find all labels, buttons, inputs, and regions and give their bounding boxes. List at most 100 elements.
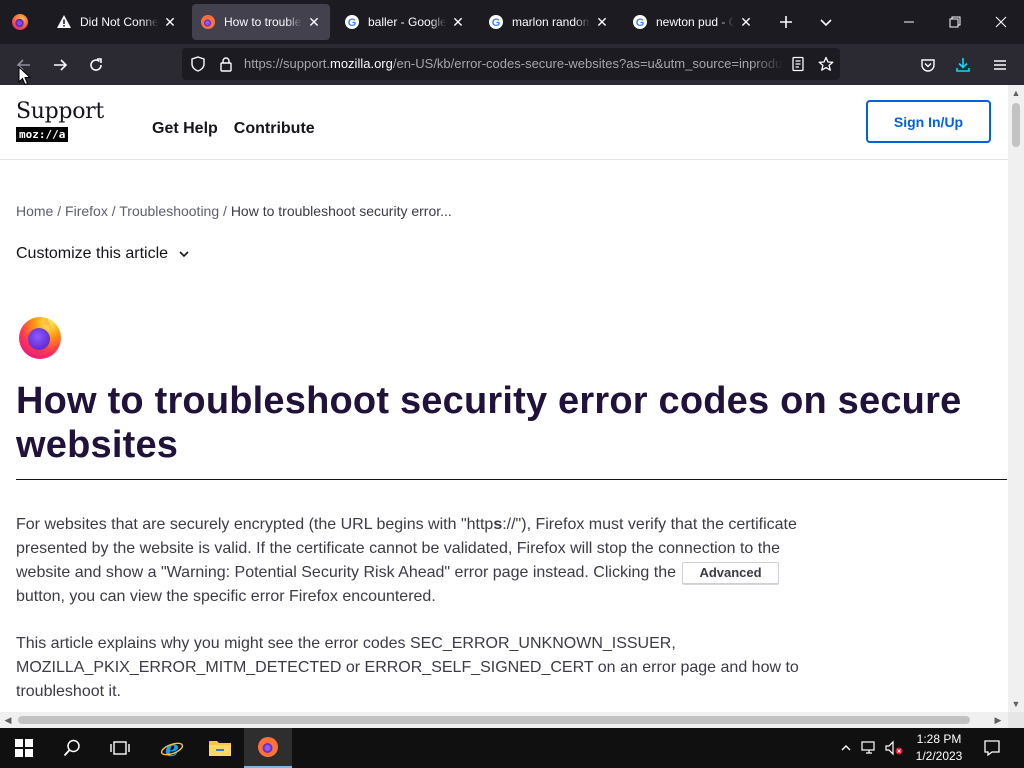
pocket-button[interactable] <box>913 50 943 80</box>
tab-label: Did Not Connect: Potential Security Issu… <box>80 15 158 29</box>
tab-troubleshoot[interactable]: How to troubleshoot security error codes… <box>192 4 330 40</box>
main-nav: Get Help Contribute <box>152 120 315 138</box>
article-paragraph-1: For websites that are securely encrypted… <box>16 513 806 609</box>
tab-label: How to troubleshoot security error codes <box>224 15 302 29</box>
google-icon: G <box>344 14 360 30</box>
reader-view-icon[interactable] <box>788 54 808 74</box>
breadcrumb-separator: / <box>111 203 116 219</box>
customize-article-toggle[interactable]: Customize this article <box>16 245 190 263</box>
close-icon[interactable]: ✕ <box>162 14 178 30</box>
folder-icon <box>209 741 231 756</box>
chevron-down-icon <box>178 248 190 260</box>
site-logo[interactable]: Support moz://a <box>16 99 104 143</box>
firefox-view-button[interactable] <box>0 0 40 44</box>
close-icon[interactable]: ✕ <box>738 14 754 30</box>
scroll-right-arrow-icon[interactable]: ▶ <box>990 712 1006 728</box>
breadcrumb-firefox[interactable]: Firefox <box>65 203 108 219</box>
task-view-button[interactable] <box>96 728 144 768</box>
tab-newton-pud[interactable]: G newton pud - Google Search ✕ <box>624 4 762 40</box>
firefox-icon <box>12 14 28 30</box>
firefox-taskbar-button[interactable] <box>244 728 292 768</box>
customize-label: Customize this article <box>16 245 169 262</box>
clock-date: 1/2/2023 <box>915 749 963 763</box>
navigation-toolbar: https://support.mozilla.org/en-US/kb/err… <box>0 44 1024 85</box>
scroll-down-arrow-icon[interactable]: ▼ <box>1008 696 1024 712</box>
nav-get-help[interactable]: Get Help <box>152 120 218 138</box>
file-explorer-button[interactable] <box>196 728 244 768</box>
pocket-icon <box>921 59 935 72</box>
restore-button[interactable] <box>932 0 978 44</box>
nav-contribute[interactable]: Contribute <box>234 120 315 138</box>
close-icon[interactable]: ✕ <box>450 14 466 30</box>
url-text[interactable]: https://support.mozilla.org/en-US/kb/err… <box>244 56 784 74</box>
task-view-icon <box>110 741 130 755</box>
tab-did-not-connect[interactable]: Did Not Connect: Potential Security Issu… <box>48 4 186 40</box>
emphasis-text: s <box>493 516 503 533</box>
plus-icon <box>780 16 792 28</box>
google-icon: G <box>632 14 648 30</box>
svg-text:G: G <box>348 17 357 29</box>
reload-icon <box>90 58 102 71</box>
scrollbar-thumb[interactable] <box>1012 103 1020 147</box>
tab-label: marlon random - Google Search <box>512 15 590 29</box>
breadcrumb-troubleshooting[interactable]: Troubleshooting <box>119 203 219 219</box>
breadcrumb-separator: / <box>223 203 227 219</box>
tab-label: newton pud - Google Search <box>656 15 734 29</box>
vertical-scrollbar[interactable]: ▲ ▼ <box>1008 85 1024 712</box>
internet-explorer-button[interactable]: e <box>148 728 196 768</box>
show-hidden-icons-chevron-icon[interactable] <box>836 738 856 758</box>
firefox-icon <box>200 14 216 30</box>
svg-text:G: G <box>492 17 501 29</box>
url-path: /en-US/kb/error-codes-secure-websites?as… <box>392 56 784 71</box>
action-center-icon[interactable] <box>982 738 1002 758</box>
close-window-button[interactable] <box>978 0 1024 44</box>
paragraph-text: For websites that are securely encrypted… <box>16 516 494 533</box>
search-button[interactable] <box>48 728 96 768</box>
app-menu-button[interactable] <box>985 50 1015 80</box>
network-icon[interactable] <box>860 738 880 758</box>
tab-label: baller - Google Search <box>368 15 446 29</box>
breadcrumb-home[interactable]: Home <box>16 203 53 219</box>
reload-button[interactable] <box>81 50 111 80</box>
forward-button[interactable] <box>45 50 75 80</box>
site-header: Support moz://a Get Help Contribute Sign… <box>0 85 1008 160</box>
article-paragraph-2: This article explains why you might see … <box>16 635 799 700</box>
close-icon[interactable]: ✕ <box>306 14 322 30</box>
svg-text:e: e <box>165 736 179 760</box>
bookmark-star-icon[interactable] <box>816 54 836 74</box>
advanced-button-illustration: Advanced <box>682 561 779 584</box>
scroll-up-arrow-icon[interactable]: ▲ <box>1008 85 1024 101</box>
title-divider <box>16 479 1007 480</box>
list-all-tabs-button[interactable] <box>812 8 840 36</box>
minimize-icon <box>904 21 914 23</box>
hamburger-menu-icon <box>994 60 1006 70</box>
new-tab-button[interactable] <box>772 8 800 36</box>
paragraph-text: button, you can view the specific error … <box>16 588 436 605</box>
firefox-icon <box>258 737 278 757</box>
minimize-button[interactable] <box>886 0 932 44</box>
windows-logo-icon <box>15 739 33 757</box>
tracking-protection-shield-icon[interactable] <box>188 54 208 74</box>
logo-text: Support <box>16 99 104 124</box>
scroll-left-arrow-icon[interactable]: ◀ <box>0 712 16 728</box>
address-bar[interactable]: https://support.mozilla.org/en-US/kb/err… <box>182 48 840 80</box>
downloads-button[interactable] <box>948 50 978 80</box>
scrollbar-thumb[interactable] <box>18 716 970 724</box>
close-icon[interactable]: ✕ <box>594 14 610 30</box>
volume-muted-icon[interactable] <box>884 738 904 758</box>
mozilla-wordmark: moz://a <box>16 127 69 142</box>
tab-baller[interactable]: G baller - Google Search ✕ <box>336 4 474 40</box>
start-button[interactable] <box>0 728 48 768</box>
horizontal-scrollbar[interactable]: ◀ ▶ <box>0 712 1008 728</box>
download-icon <box>956 58 970 72</box>
lock-icon[interactable] <box>216 54 236 74</box>
url-domain: mozilla.org <box>330 56 393 71</box>
warning-icon <box>56 14 72 30</box>
article-title: How to troubleshoot security error codes… <box>16 380 962 466</box>
firefox-product-icon <box>16 312 64 360</box>
sign-in-button[interactable]: Sign In/Up <box>866 100 991 143</box>
tab-marlon-random[interactable]: G marlon random - Google Search ✕ <box>480 4 618 40</box>
clock-time: 1:28 PM <box>916 732 962 746</box>
system-clock[interactable]: 1:28 PM 1/2/2023 <box>906 731 972 765</box>
scrollbar-corner <box>1008 712 1024 728</box>
